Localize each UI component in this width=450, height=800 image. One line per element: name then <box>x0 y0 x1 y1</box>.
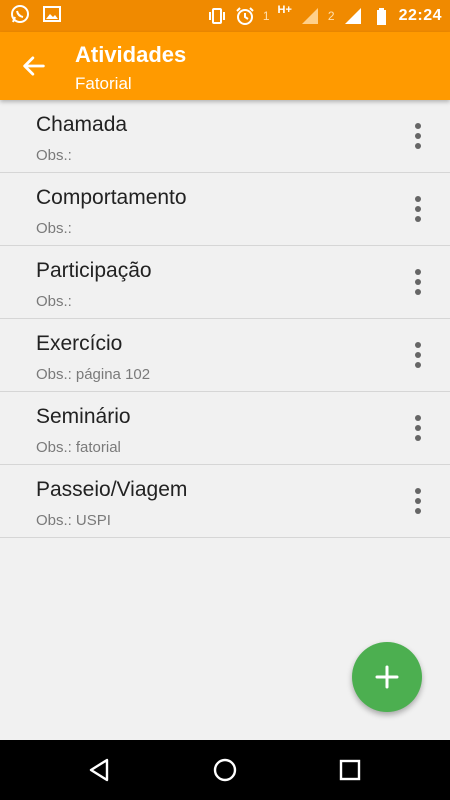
back-triangle-icon[interactable] <box>86 756 114 784</box>
activity-name: Exercício <box>36 332 123 355</box>
whatsapp-icon <box>11 5 29 23</box>
alarm-icon <box>236 7 254 25</box>
obs-value: fatorial <box>75 439 121 456</box>
list-item[interactable]: Participação Obs.: <box>0 246 450 319</box>
signal-icon <box>344 8 361 24</box>
obs-value: página 102 <box>75 366 151 383</box>
list-item[interactable]: Passeio/Viagem Obs.: USPI <box>0 465 450 538</box>
activity-name: Passeio/Viagem <box>36 478 188 501</box>
activity-obs: Obs.: fatorial <box>36 439 121 456</box>
back-arrow-icon[interactable] <box>20 52 48 80</box>
activity-obs: Obs.: USPI <box>36 512 111 529</box>
overflow-menu-icon[interactable] <box>406 266 430 298</box>
activity-name: Participação <box>36 259 152 282</box>
vibrate-icon <box>208 8 225 24</box>
page-title: Atividades <box>75 42 187 67</box>
app-bar: Atividades Fatorial <box>0 32 450 100</box>
activity-obs: Obs.: <box>36 293 76 310</box>
activity-obs: Obs.: página 102 <box>36 366 150 383</box>
activity-name: Seminário <box>36 405 131 428</box>
battery-icon <box>376 8 386 25</box>
activity-obs: Obs.: <box>36 147 76 164</box>
system-nav-bar <box>0 740 450 800</box>
obs-label: Obs.: <box>36 293 72 310</box>
list-item[interactable]: Seminário Obs.: fatorial <box>0 392 450 465</box>
recents-square-icon[interactable] <box>336 756 364 784</box>
status-bar: 1 H+ 2 22:24 <box>0 0 450 32</box>
overflow-menu-icon[interactable] <box>406 193 430 225</box>
list-item[interactable]: Exercício Obs.: página 102 <box>0 319 450 392</box>
list-item[interactable]: Comportamento Obs.: <box>0 173 450 246</box>
network-type-label: H+ <box>277 4 292 16</box>
signal-icon <box>301 8 318 24</box>
overflow-menu-icon[interactable] <box>406 120 430 152</box>
obs-label: Obs.: <box>36 220 72 237</box>
overflow-menu-icon[interactable] <box>406 485 430 517</box>
activity-obs: Obs.: <box>36 220 76 237</box>
activity-name: Chamada <box>36 113 128 136</box>
obs-label: Obs.: <box>36 366 72 383</box>
obs-value: USPI <box>75 512 111 529</box>
obs-label: Obs.: <box>36 147 72 164</box>
sim2-label: 2 <box>327 9 335 23</box>
obs-label: Obs.: <box>36 439 72 456</box>
list-item[interactable]: Chamada Obs.: <box>0 100 450 173</box>
home-circle-icon[interactable] <box>211 756 239 784</box>
page-subtitle: Fatorial <box>75 74 132 93</box>
activity-list: Chamada Obs.: Comportamento Obs.: Partic… <box>0 100 450 538</box>
activity-name: Comportamento <box>36 186 187 209</box>
overflow-menu-icon[interactable] <box>406 412 430 444</box>
obs-label: Obs.: <box>36 512 72 529</box>
add-icon <box>375 665 399 689</box>
overflow-menu-icon[interactable] <box>406 339 430 371</box>
clock: 22:24 <box>398 7 442 24</box>
sim1-label: 1 <box>262 9 270 23</box>
add-activity-button[interactable] <box>352 642 422 712</box>
image-icon <box>43 6 61 22</box>
